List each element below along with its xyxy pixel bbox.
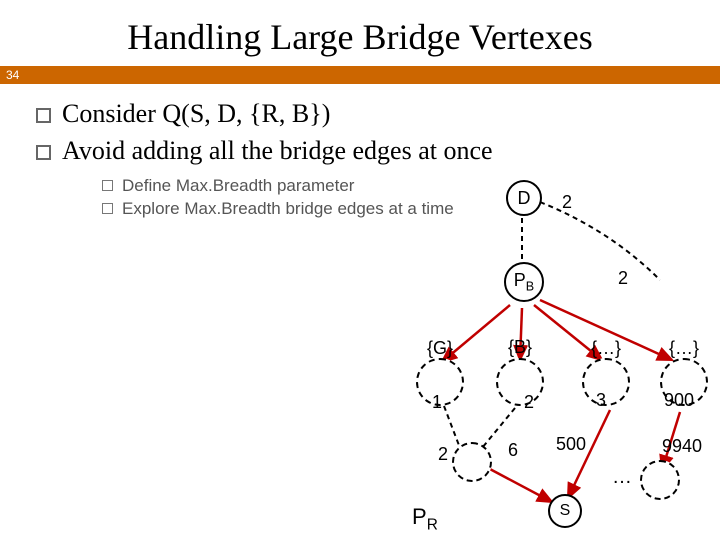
- subbullet-define: Define Max.Breadth parameter: [102, 175, 700, 198]
- node-dots-2: [660, 358, 708, 406]
- page-number-bar: 34: [0, 66, 720, 84]
- weight-d2-900: 900: [664, 390, 694, 411]
- node-pb-label: PB: [514, 270, 534, 294]
- bullet-avoid: Avoid adding all the bridge edges at onc…: [36, 135, 700, 221]
- bullet-avoid-text: Avoid adding all the bridge edges at onc…: [62, 136, 493, 165]
- node-pb: PB: [504, 262, 544, 302]
- node-s: S: [548, 494, 582, 528]
- label-pr: PR: [412, 504, 438, 534]
- weight-d1-3: 3: [596, 390, 606, 411]
- slide-title: Handling Large Bridge Vertexes: [0, 0, 720, 66]
- node-g-set: [416, 358, 464, 406]
- weight-500: 500: [556, 434, 586, 455]
- node-lower: [452, 442, 492, 482]
- weight-9940: 9940: [662, 436, 702, 457]
- label-ellipsis: …: [612, 466, 632, 489]
- subbullet-explore: Explore Max.Breadth bridge edges at a ti…: [102, 198, 700, 221]
- label-g-set: {G}: [418, 338, 462, 359]
- weight-b-2: 2: [524, 392, 534, 413]
- bullet-consider: Consider Q(S, D, {R, B}): [36, 98, 700, 131]
- label-dots-2: {…}: [660, 338, 708, 359]
- node-b-set: [496, 358, 544, 406]
- label-dots-1: {…}: [582, 338, 630, 359]
- weight-pb-unknown: 2: [618, 268, 628, 289]
- content-area: Consider Q(S, D, {R, B}) Avoid adding al…: [0, 84, 720, 221]
- weight-six: 6: [508, 440, 518, 461]
- node-far-right: [640, 460, 680, 500]
- label-b-set: {B}: [498, 338, 542, 356]
- node-dots-1: [582, 358, 630, 406]
- weight-g-1: 1: [432, 392, 442, 413]
- weight-g-low: 2: [438, 444, 448, 465]
